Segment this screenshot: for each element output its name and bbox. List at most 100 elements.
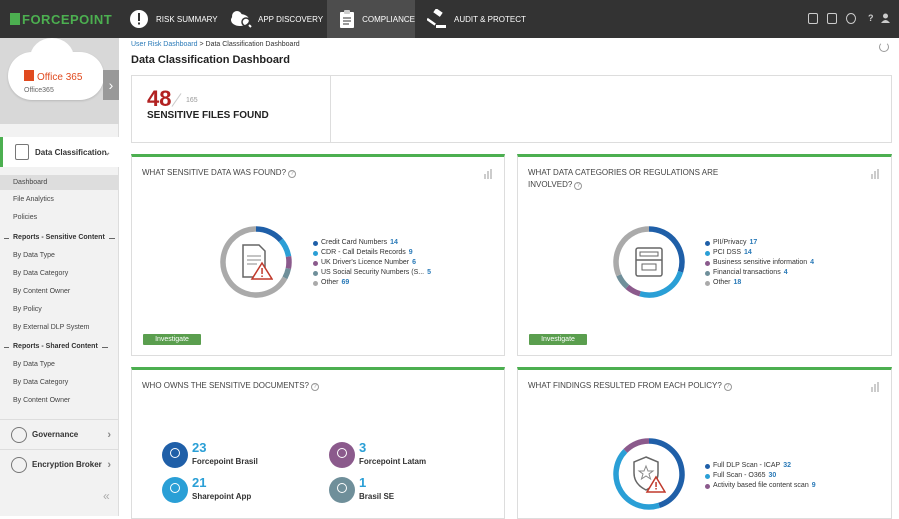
sidebar-group-sensitive-content: Reports - Sensitive Content [4,234,115,241]
panel-document-owners: WHO OWNS THE SENSITIVE DOCUMENTS?? 23 Fo… [131,367,505,519]
panel-title: WHAT SENSITIVE DATA WAS FOUND?? [142,167,297,179]
key-icon [11,456,27,473]
legend-item[interactable]: CDR - Call Details Records 9 [313,248,431,258]
legend-item[interactable]: PCI DSS 14 [705,248,814,258]
legend-item[interactable]: US Social Security Numbers (S... 5 [313,268,431,278]
investigate-button[interactable]: Investigate [143,334,201,345]
policy-legend: Full DLP Scan - ICAP 32 Full Scan - O365 30… [705,461,816,491]
sidebar-item-shared-by-data-category[interactable]: By Data Category [13,379,68,386]
document-warning-icon [242,244,273,280]
legend-dot [313,250,318,256]
sidebar-item-file-analytics[interactable]: File Analytics [13,196,54,203]
legend-item[interactable]: Business sensitive information 4 [705,258,814,268]
refresh-icon[interactable] [879,42,889,52]
legend-label: PII/Privacy [713,239,747,246]
nav-app-discovery[interactable]: APP DISCOVERY [230,0,326,38]
panel-title: WHO OWNS THE SENSITIVE DOCUMENTS?? [142,380,319,392]
gear-icon[interactable] [846,13,856,24]
breadcrumb-user-risk-dashboard[interactable]: User Risk Dashboard [131,41,198,48]
panel-data-categories: WHAT DATA CATEGORIES OR REGULATIONS ARE I… [517,154,892,356]
legend-item[interactable]: PII/Privacy 17 [705,238,814,248]
user-icon [162,442,188,468]
legend-label: Financial transactions [713,269,781,276]
sidebar-item-by-data-type[interactable]: By Data Type [13,252,55,259]
collapse-sidebar-icon[interactable]: « [103,489,110,503]
legend-dot [313,280,318,286]
sidebar-item-by-external-dlp[interactable]: By External DLP System [13,324,90,331]
legend-value: 4 [783,269,788,276]
categories-segment[interactable] [625,284,641,297]
legend-item[interactable]: Full DLP Scan - ICAP 32 [705,461,816,471]
chevron-down-icon: ⌄ [103,147,111,157]
legend-value: 6 [412,259,416,266]
panel-sensitive-data-found: WHAT SENSITIVE DATA WAS FOUND?? Credit C… [131,154,505,356]
app-subtitle: Office365 [24,87,54,94]
categories-segment[interactable] [616,274,630,289]
legend-dot [705,473,710,479]
policy-segment[interactable] [623,438,650,453]
legend-label: Other [321,279,339,286]
sensitive-data-donut [218,224,294,302]
user-icon [162,477,188,503]
legend-value: 17 [749,239,758,246]
legend-item[interactable]: UK Driver's Licence Number 6 [313,258,431,268]
sensitive-data-segment[interactable] [278,238,292,258]
document-icon[interactable] [827,13,837,24]
sidebar-item-shared-by-content-owner[interactable]: By Content Owner [13,397,70,404]
sidebar-item-by-data-category[interactable]: By Data Category [13,270,68,277]
app-selector[interactable]: Office 365 Office365 › [0,38,119,124]
legend-dot [705,250,710,256]
legend-item[interactable]: Credit Card Numbers 14 [313,238,431,248]
chevron-right-icon[interactable]: › [103,70,119,100]
legend-dot [705,483,710,489]
investigate-button[interactable]: Investigate [529,334,587,345]
sensitive-files-count: 48 [147,86,172,111]
sidebar-section-encryption-broker[interactable]: Encryption Broker › [0,449,119,479]
archive-icon [635,247,663,277]
help-icon[interactable]: ? [574,182,583,190]
help-icon[interactable]: ? [868,13,874,23]
sidebar-item-by-content-owner[interactable]: By Content Owner [13,288,70,295]
user-icon[interactable] [881,13,890,23]
help-icon[interactable]: ? [723,383,732,391]
help-icon[interactable]: ? [288,170,297,178]
bar-chart-icon[interactable] [871,382,881,392]
legend-label: PCI DSS [713,249,742,256]
legend-item[interactable]: Other 69 [313,278,431,288]
office365-cloud: Office 365 Office365 [8,38,104,100]
legend-value: 9 [811,482,816,489]
legend-dot [705,270,710,276]
sidebar-section-data-classification[interactable]: Data Classification ⌄ [0,137,119,167]
cloud-search-icon [230,9,252,29]
nav-risk-summary[interactable]: RISK SUMMARY [128,0,218,38]
tablet-icon[interactable] [808,13,818,24]
bar-chart-icon[interactable] [871,169,881,179]
legend-label: Full DLP Scan - ICAP [713,462,781,469]
pointer-triangle [52,116,64,123]
sidebar: Office 365 Office365 › Data Classificati… [0,38,119,516]
document-icon [15,144,29,160]
sidebar-section-governance[interactable]: Governance › [0,419,119,449]
legend-value: 69 [341,279,350,286]
sidebar-item-policies[interactable]: Policies [13,214,37,221]
bar-chart-icon[interactable] [484,169,494,179]
legend-label: Other [713,279,731,286]
nav-compliance[interactable]: COMPLIANCE [327,0,415,38]
user-icon [329,442,355,468]
nav-audit-protect[interactable]: AUDIT & PROTECT [426,0,526,38]
help-icon[interactable]: ? [310,383,319,391]
forcepoint-logo[interactable]: FORCEPOINT [10,12,112,27]
legend-item[interactable]: Activity based file content scan 9 [705,481,816,491]
sensitive-data-segment[interactable] [282,267,292,280]
sidebar-item-by-policy[interactable]: By Policy [13,306,42,313]
sensitive-data-segment[interactable] [285,256,292,270]
legend-dot [705,240,710,246]
legend-item[interactable]: Full Scan - O365 30 [705,471,816,481]
sidebar-item-shared-by-data-type[interactable]: By Data Type [13,361,55,368]
sidebar-item-dashboard[interactable]: Dashboard [0,175,118,190]
legend-item[interactable]: Other 18 [705,278,814,288]
legend-item[interactable]: Financial transactions 4 [705,268,814,278]
sensitive-data-segment[interactable] [255,226,283,243]
clipboard-icon [337,9,356,29]
sidebar-group-shared-content: Reports - Shared Content [4,343,108,350]
